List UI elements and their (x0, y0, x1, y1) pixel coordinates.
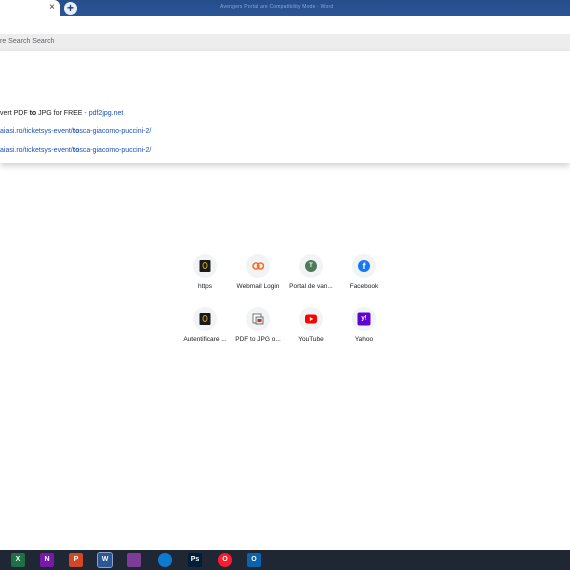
shortcut-facebook[interactable]: f Facebook (337, 250, 391, 300)
shortcut-yahoo[interactable]: y! Yahoo (337, 303, 391, 353)
shortcut-label: Yahoo (354, 336, 374, 343)
new-tab-button[interactable]: + (64, 2, 77, 15)
powerpoint-icon[interactable]: P (69, 553, 83, 567)
shortcut-icon-bg (246, 254, 270, 278)
yahoo-icon: y! (357, 312, 371, 326)
pdf-to-jpg-icon (252, 313, 264, 325)
active-tab[interactable]: × (0, 0, 60, 16)
portal-t-icon: T (305, 260, 317, 272)
opera-house-icon (199, 313, 211, 325)
tab-strip: × + Avengers Portal are Compatibility Mo… (0, 0, 570, 16)
excel-icon[interactable]: X (11, 553, 25, 567)
word-icon[interactable]: W (97, 552, 113, 568)
shortcut-label: PDF to JPG o... (235, 336, 281, 343)
shortcut-icon-bg: T (299, 254, 323, 278)
suggestion-item[interactable]: aiasi.ro/ticketsys-event/tosca-giacomo-p… (0, 147, 151, 154)
shortcut-icon-bg (193, 307, 217, 331)
shortcut-icon-bg: f (352, 254, 376, 278)
window-title: Avengers Portal are Compatibility Mode -… (220, 4, 334, 10)
suggestion-text: JPG for FREE (36, 110, 83, 117)
shortcut-icon-bg (299, 307, 323, 331)
shortcut-https[interactable]: https (178, 250, 232, 300)
outlook-icon[interactable]: O (247, 553, 261, 567)
onenote-icon[interactable]: N (40, 553, 54, 567)
suggestion-url: aiasi.ro/ticketsys-event/ (0, 147, 73, 154)
shortcut-autentificare[interactable]: Autentificare ... (178, 303, 232, 353)
facebook-icon: f (358, 260, 370, 272)
shortcut-label: https (197, 283, 213, 290)
taskbar: X N P W Ps O O (0, 550, 570, 570)
shortcut-label: Webmail Login (236, 283, 280, 290)
opera-icon[interactable]: O (218, 553, 232, 567)
shortcut-youtube[interactable]: YouTube (284, 303, 338, 353)
shortcut-webmail-login[interactable]: Webmail Login (231, 250, 285, 300)
suggestion-text: vert PDF (0, 110, 30, 117)
suggestion-url: sca-giacomo-puccini-2/ (79, 128, 152, 135)
shortcut-label: Portal de van... (289, 283, 333, 290)
address-bar[interactable]: re Search Search (0, 34, 570, 51)
suggestion-item[interactable]: vert PDF to JPG for FREE - pdf2jpg.net (0, 110, 123, 117)
shortcut-grid: https Webmail Login T Portal de van... f… (178, 250, 390, 360)
shortcut-portal[interactable]: T Portal de van... (284, 250, 338, 300)
youtube-icon (305, 314, 317, 324)
shortcut-icon-bg (246, 307, 270, 331)
suggestion-url: sca-giacomo-puccini-2/ (79, 147, 152, 154)
address-bar-text: re Search Search (0, 38, 55, 45)
photoshop-icon[interactable]: Ps (188, 553, 202, 567)
edge-icon[interactable] (158, 553, 172, 567)
suggestion-source: pdf2jpg.net (88, 110, 124, 117)
shortcut-pdf-to-jpg[interactable]: PDF to JPG o... (231, 303, 285, 353)
winrar-icon[interactable] (127, 553, 141, 567)
shortcut-label: Facebook (349, 283, 379, 290)
cpanel-icon (252, 262, 264, 270)
shortcut-icon-bg (193, 254, 217, 278)
shortcut-label: Autentificare ... (183, 336, 227, 343)
suggestion-item[interactable]: aiasi.ro/ticketsys-event/tosca-giacomo-p… (0, 128, 151, 135)
suggestion-url: aiasi.ro/ticketsys-event/ (0, 128, 73, 135)
opera-house-icon (199, 260, 211, 272)
shortcut-icon-bg: y! (352, 307, 376, 331)
suggestion-dropdown: vert PDF to JPG for FREE - pdf2jpg.net a… (0, 51, 570, 163)
tab-close-icon[interactable]: × (49, 2, 55, 14)
shortcut-label: YouTube (298, 336, 324, 343)
